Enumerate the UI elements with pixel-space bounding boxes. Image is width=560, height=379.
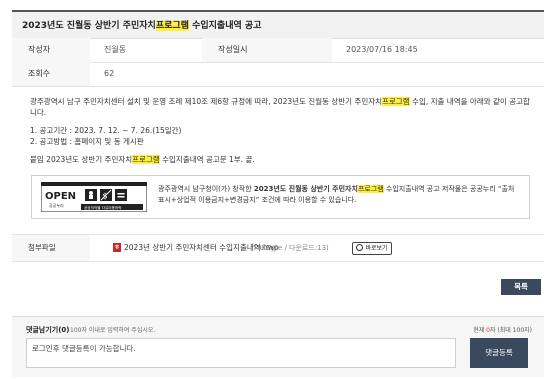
views-value: 62 <box>104 69 115 78</box>
info-row-author: 작성자 진월동 작성일시 2023/07/16 18:45 <box>12 38 544 63</box>
post-body: 광주광역시 남구 주민자치센터 설치 및 운영 조례 제10조 제6항 규정에 … <box>30 96 530 165</box>
hwp-file-icon: ㅎ <box>113 243 121 252</box>
notice-period: 1. 공고기간 : 2023. 7. 12. ~ 7. 26.(15일간) <box>30 126 182 135</box>
notice-method: 2. 공고방법 : 홈페이지 및 동 게시판 <box>30 137 144 146</box>
comment-input[interactable]: 로그인후 댓글등록이 가능합니다. <box>26 338 456 368</box>
attachment-file-meta: (79KByte / 다운로드:13) <box>250 244 329 252</box>
author-value: 진월동 <box>104 45 127 54</box>
comment-submit-button[interactable]: 댓글등록 <box>470 338 528 368</box>
post-title-bar: 2023년도 진월동 상반기 주민자치프로그램 수입지출내역 공고 <box>12 10 544 39</box>
views-label: 조회수 <box>12 62 90 86</box>
author-label: 작성자 <box>12 38 90 62</box>
comment-hint: 100자 이내로 입력하여 주십시오. <box>70 327 156 334</box>
badge-open-text: OPEN <box>45 191 76 202</box>
attachment-note: 붙임 2023년도 상반기 주민자치프로그램 수입지출내역 공고문 1부. 끝. <box>30 155 255 164</box>
body-paragraph: 광주광역시 남구 주민자치센터 설치 및 운영 조례 제10조 제6항 규정에 … <box>30 97 530 117</box>
comment-header: 댓글남기기(0) <box>26 326 70 334</box>
badge-sub-text: 공공누리 <box>49 202 64 208</box>
kogl-open-badge: OPEN 공공누리 $ 공공저작물 자유이용허락 <box>41 182 147 212</box>
comment-char-counter: 현재 0자 (최대 100자) <box>473 327 532 334</box>
license-text: 광주광역시 남구청이(가) 창작한 2023년도 진월동 상반기 주민자치프로그… <box>158 185 515 204</box>
comment-section: 댓글남기기(0) 100자 이내로 입력하여 주십시오. 현재 0자 (최대 1… <box>12 316 544 377</box>
kogl-license-box: OPEN 공공누리 $ 공공저작물 자유이용허락 광주광역시 남구청이(가) 창… <box>31 175 530 219</box>
list-button[interactable]: 목록 <box>501 279 541 295</box>
date-value: 2023/07/16 18:45 <box>346 45 418 54</box>
date-label: 작성일시 <box>202 38 332 62</box>
info-row-views: 조회수 62 <box>12 62 544 87</box>
attachment-label: 첨부파일 <box>12 235 90 261</box>
badge-caption: 공공저작물 자유이용허락 <box>84 205 122 210</box>
post-title: 2023년도 진월동 상반기 주민자치프로그램 수입지출내역 공고 <box>22 21 262 31</box>
title-highlight: 프로그램 <box>155 21 189 31</box>
attachment-row: 첨부파일 ㅎ 2023년 상반기 주민자치센터 수입지출내역.hwp (79KB… <box>12 234 544 262</box>
magnifier-icon <box>356 244 364 251</box>
preview-button[interactable]: 바로보기 <box>352 242 392 255</box>
noderivatives-icon <box>115 189 127 201</box>
